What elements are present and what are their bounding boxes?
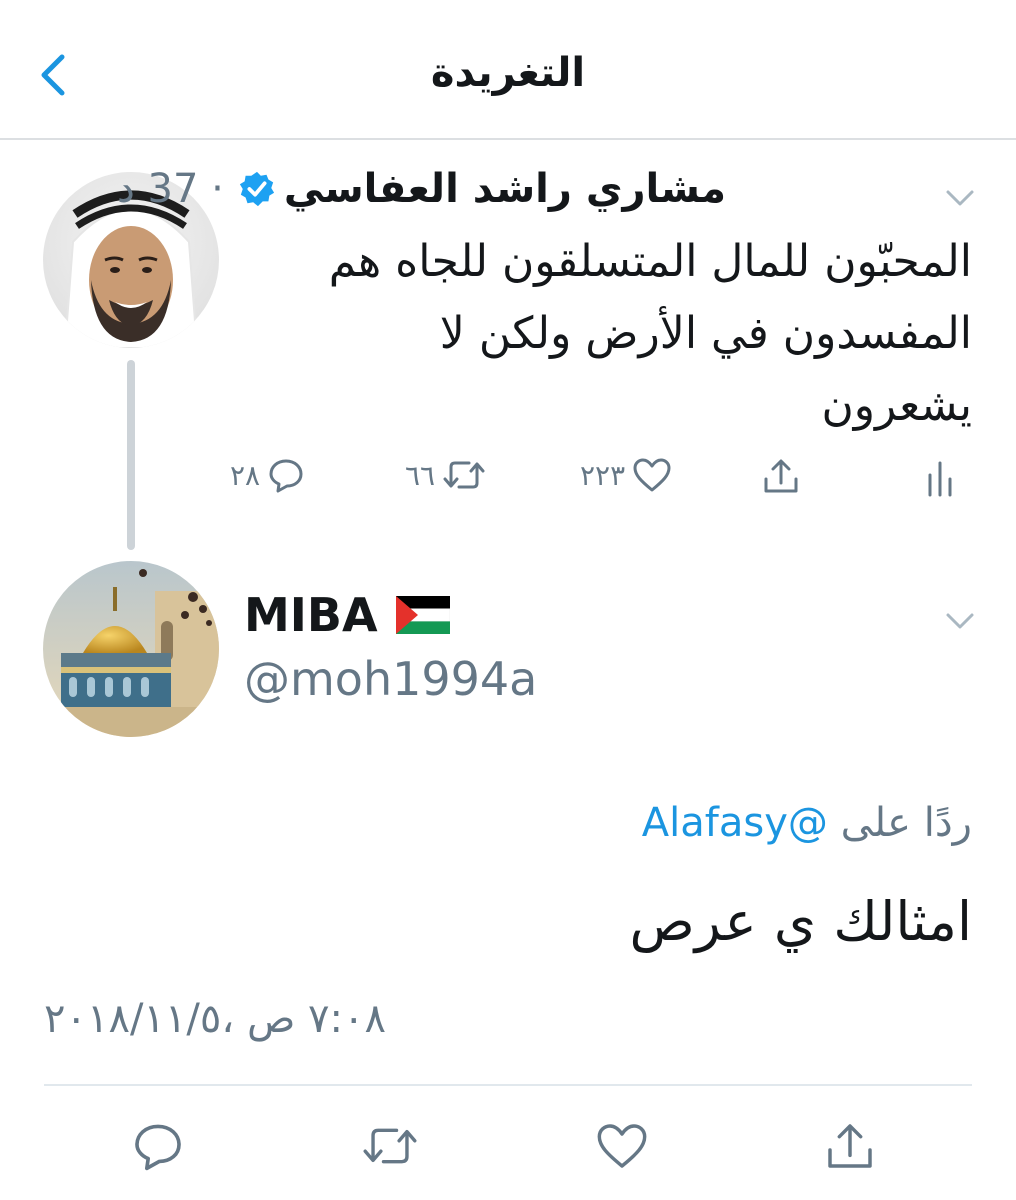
top-bar: التغريدة (0, 0, 1016, 140)
display-name[interactable]: مشاري راشد العفاسي (284, 166, 726, 212)
page-title: التغريدة (430, 50, 586, 96)
share-button[interactable] (760, 455, 802, 497)
tweet-text-line: المفسدون في الأرض ولكن لا (439, 308, 972, 359)
thread-connector-line (127, 360, 135, 550)
divider (44, 1084, 972, 1086)
retweet-button[interactable]: ٦٦ (405, 455, 487, 495)
verified-badge-icon (239, 171, 274, 207)
reply-button[interactable] (130, 1118, 186, 1174)
tweet-actions: ٢٨ ٦٦ ٢٢٣ (230, 455, 980, 505)
reply-icon (135, 1124, 181, 1171)
chevron-down-icon (946, 190, 974, 206)
like-button[interactable]: ٢٢٣ (580, 455, 673, 495)
retweet-icon (443, 461, 485, 489)
tweet-author-row: مشاري راشد العفاسي · 37 د (117, 166, 726, 212)
replying-to-label: ردًا على (840, 800, 972, 846)
reply-button[interactable]: ٢٨ (230, 455, 306, 495)
tweet-text-line: المحبّون للمال المتسلقون للجاه هم (328, 236, 972, 287)
tweet-menu-button[interactable] (940, 183, 980, 213)
share-icon (764, 459, 798, 493)
mention-link[interactable]: @Alafasy (642, 800, 828, 846)
avatar[interactable] (43, 561, 219, 737)
like-button[interactable] (594, 1118, 650, 1174)
replying-to-line: ردًا على @Alafasy (642, 800, 972, 846)
reply-author-row: MIBA (244, 588, 450, 642)
palestine-flag-icon (395, 596, 450, 634)
tweet-time: · 37 د (116, 166, 224, 212)
analytics-icon (928, 461, 952, 497)
tweet-timestamp: ٧:٠٨ ص ،٢٠١٨/١١/٥ (44, 996, 386, 1042)
heart-icon (633, 458, 671, 492)
chevron-down-icon (946, 613, 974, 629)
reply-count: ٢٨ (230, 458, 261, 492)
retweet-button[interactable] (360, 1118, 417, 1174)
share-button[interactable] (822, 1118, 878, 1174)
username-handle[interactable]: @moh1994a (244, 652, 537, 706)
heart-icon (597, 1124, 647, 1168)
reply-tweet-text: امثالك ي عرص (629, 890, 972, 953)
tweet-body: المحبّون للمال المتسلقون للجاه هم المفسد… (252, 226, 972, 442)
tweet-text-line: يشعرون (821, 380, 972, 431)
avatar-image (43, 561, 219, 737)
reply-icon (269, 459, 303, 493)
share-icon (828, 1124, 872, 1168)
retweet-count: ٦٦ (405, 458, 436, 492)
tweet-menu-button[interactable] (940, 606, 980, 636)
like-count: ٢٢٣ (580, 458, 626, 492)
retweet-icon (363, 1128, 417, 1164)
analytics-button[interactable] (920, 455, 960, 499)
display-name[interactable]: MIBA (244, 588, 378, 642)
